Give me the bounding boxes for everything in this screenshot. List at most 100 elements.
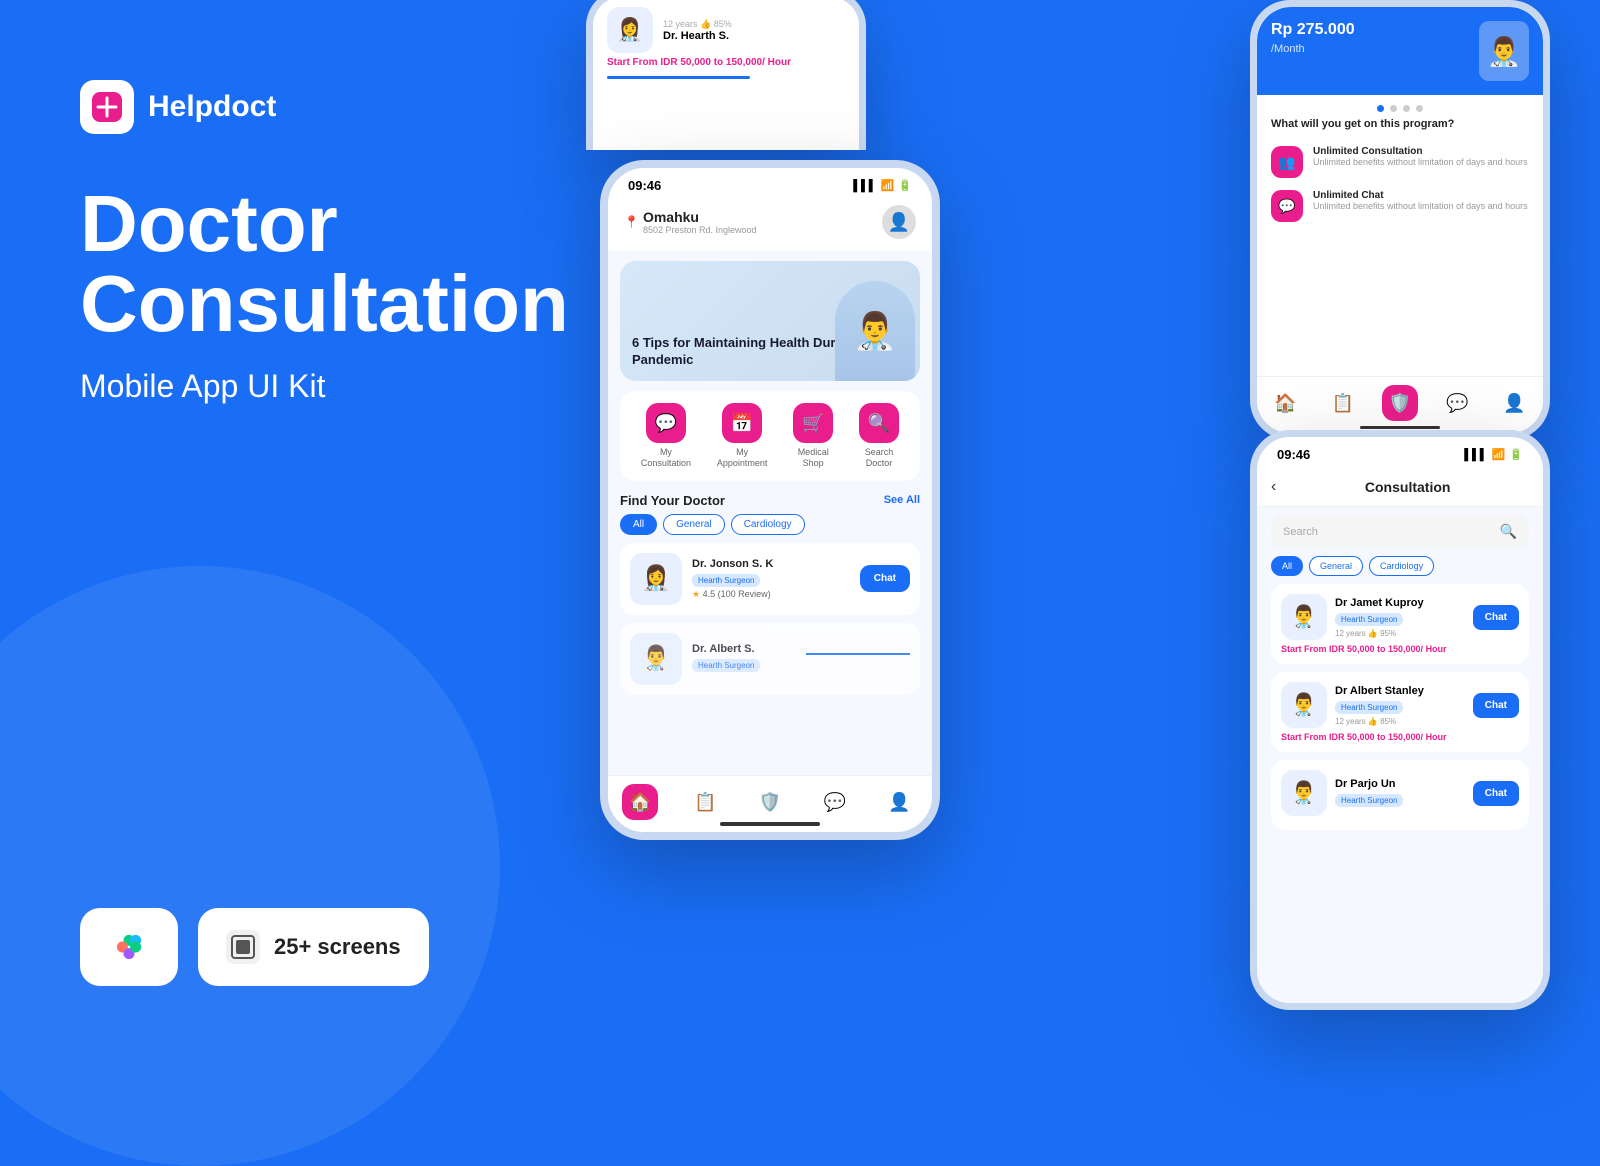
benefit-2-desc: Unlimited benefits without limitation of…: [1313, 201, 1528, 213]
search-label: SearchDoctor: [865, 447, 894, 469]
action-appointment[interactable]: 📅 MyAppointment: [717, 403, 768, 469]
nav-home[interactable]: 🏠: [622, 784, 658, 820]
consult-card-3: 👨‍⚕️ Dr Parjo Un Hearth Surgeon Chat: [1271, 760, 1529, 830]
subscription-card: Rp 275.000 /Month 👨‍⚕️: [1257, 7, 1543, 95]
doctor-1-rating: ★ 4.5 (100 Review): [692, 589, 850, 600]
action-search[interactable]: 🔍 SearchDoctor: [859, 403, 899, 469]
what-get-title: What will you get on this program?: [1257, 118, 1543, 140]
subscription-price-area: Rp 275.000 /Month: [1271, 21, 1355, 57]
filter-cardiology[interactable]: Cardiology: [731, 514, 805, 535]
appointment-label: MyAppointment: [717, 447, 768, 469]
app-header: 📍 Omahku 8502 Preston Rd. Inglewood 👤: [608, 199, 932, 251]
status-icons: ▌▌▌ 📶 🔋: [853, 179, 912, 192]
banner-doctor-image: 👨‍⚕️: [830, 271, 920, 381]
phone-consultation-list: 09:46 ▌▌▌ 📶 🔋 ‹ Consultation Search 🔍 Al…: [1250, 430, 1550, 1010]
nav-shield[interactable]: 🛡️: [752, 784, 788, 820]
sub-nav-home[interactable]: 🏠: [1268, 385, 1304, 421]
partial-doc-details: 12 years 👍 85% Dr. Hearth S.: [663, 19, 732, 42]
sub-nav-notes[interactable]: 📋: [1325, 385, 1361, 421]
phone-subscription: Rp 275.000 /Month 👨‍⚕️ What will you get…: [1250, 0, 1550, 440]
consult-status-icons: ▌▌▌ 📶 🔋: [1464, 448, 1523, 461]
sub-nav-profile[interactable]: 👤: [1496, 385, 1532, 421]
consult-doc-2-name: Dr Albert Stanley: [1335, 685, 1465, 697]
branding-section: Helpdoct Doctor Consultation Mobile App …: [80, 80, 569, 605]
consult-filter-cardiology[interactable]: Cardiology: [1369, 556, 1434, 576]
status-bar: 09:46 ▌▌▌ 📶 🔋: [608, 168, 932, 199]
consult-filter-pills: All General Cardiology: [1257, 556, 1543, 584]
subscription-price: Rp 275.000: [1271, 21, 1355, 39]
doctor-2-specialty: Hearth Surgeon: [692, 659, 760, 672]
consult-doc-3-name: Dr Parjo Un: [1335, 778, 1465, 790]
doc-separator: [806, 653, 910, 655]
partial-screen: 👩‍⚕️ 12 years 👍 85% Dr. Hearth S. Start …: [593, 0, 859, 150]
nav-chat[interactable]: 💬: [817, 784, 853, 820]
screens-badge: 25+ screens: [198, 908, 429, 986]
benefit-chat-text: Unlimited Chat Unlimited benefits withou…: [1313, 190, 1528, 213]
doctor-1-specialty: Hearth Surgeon: [692, 574, 760, 587]
battery-icon: 🔋: [898, 179, 912, 192]
partial-doc-label: 12 years 👍 85%: [663, 19, 732, 30]
benefit-consultation-icon: 👥: [1271, 146, 1303, 178]
nav-notes[interactable]: 📋: [687, 784, 723, 820]
consult-status-time: 09:46: [1277, 447, 1310, 462]
consultation-title: Consultation: [1286, 479, 1529, 495]
partial-price: Start From IDR 50,000 to 150,000/ Hour: [607, 57, 845, 68]
partial-content: 👩‍⚕️ 12 years 👍 85% Dr. Hearth S. Start …: [593, 0, 859, 89]
see-all-button[interactable]: See All: [884, 494, 920, 506]
back-button[interactable]: ‹: [1271, 478, 1276, 496]
consult-doc-1-name: Dr Jamet Kuproy: [1335, 597, 1465, 609]
partial-doc-name: Dr. Hearth S.: [663, 30, 732, 42]
doctor-1-avatar: 👩‍⚕️: [630, 553, 682, 605]
consult-doc-1-stats: 12 years 👍 95%: [1335, 629, 1465, 638]
doctor-1-info: Dr. Jonson S. K Hearth Surgeon ★ 4.5 (10…: [692, 558, 850, 600]
status-time: 09:46: [628, 178, 661, 193]
location-pin-icon: 📍: [624, 215, 639, 229]
subtitle: Mobile App UI Kit: [80, 368, 569, 405]
doctor-2-avatar: 👨‍⚕️: [630, 633, 682, 685]
consult-doc-3-specialty: Hearth Surgeon: [1335, 794, 1403, 807]
user-avatar: 👤: [882, 205, 916, 239]
screens-count: 25+ screens: [274, 934, 401, 960]
consultation-header: ‹ Consultation: [1257, 468, 1543, 507]
nav-profile[interactable]: 👤: [882, 784, 918, 820]
benefit-1-desc: Unlimited benefits without limitation of…: [1313, 157, 1528, 169]
phone-main: 09:46 ▌▌▌ 📶 🔋 📍 Omahku 8502 Preston Rd. …: [600, 160, 940, 840]
action-consultation[interactable]: 💬 MyConsultation: [641, 403, 691, 469]
filter-general[interactable]: General: [663, 514, 725, 535]
search-bar[interactable]: Search 🔍: [1271, 515, 1529, 548]
sub-nav-chat[interactable]: 💬: [1439, 385, 1475, 421]
logo-row: Helpdoct: [80, 80, 569, 134]
consultation-icon: 💬: [646, 403, 686, 443]
action-shop[interactable]: 🛒 MedicalShop: [793, 403, 833, 469]
sub-nav-active[interactable]: 🛡️: [1382, 385, 1418, 421]
benefit-chat-icon: 💬: [1271, 190, 1303, 222]
benefit-consultation: 👥 Unlimited Consultation Unlimited benef…: [1257, 140, 1543, 184]
consult-doc-1-specialty: Hearth Surgeon: [1335, 613, 1403, 626]
consult-doc-2-chat-button[interactable]: Chat: [1473, 693, 1519, 718]
doctor-figure: 👨‍⚕️: [835, 281, 915, 381]
consult-doc-3-chat-button[interactable]: Chat: [1473, 781, 1519, 806]
shop-icon: 🛒: [793, 403, 833, 443]
consult-doc-2-price: Start From IDR 50,000 to 150,000/ Hour: [1281, 732, 1519, 742]
find-doctor-header: Find Your Doctor See All: [608, 481, 932, 514]
subscription-doctor-image: 👨‍⚕️: [1479, 21, 1529, 81]
consult-doc-2-stats: 12 years 👍 85%: [1335, 717, 1465, 726]
consult-wifi-icon: 📶: [1492, 448, 1506, 461]
filter-all[interactable]: All: [620, 514, 657, 535]
bg-decoration: [0, 566, 500, 1166]
consult-battery-icon: 🔋: [1509, 448, 1523, 461]
consult-doc-1-chat-button[interactable]: Chat: [1473, 605, 1519, 630]
consult-signal-icon: ▌▌▌: [1464, 449, 1487, 461]
find-doctor-title: Find Your Doctor: [620, 493, 725, 508]
figma-badge[interactable]: [80, 908, 178, 986]
sub-home-indicator: [1360, 426, 1440, 429]
search-placeholder: Search: [1283, 526, 1492, 538]
location-row: 📍 Omahku 8502 Preston Rd. Inglewood: [624, 209, 757, 235]
doctor-1-chat-button[interactable]: Chat: [860, 565, 910, 592]
home-indicator: [720, 822, 820, 826]
hero-banner[interactable]: 6 Tips for Maintaining Health During a P…: [620, 261, 920, 381]
consult-filter-all[interactable]: All: [1271, 556, 1303, 576]
benefit-consultation-text: Unlimited Consultation Unlimited benefit…: [1313, 146, 1528, 169]
subscription-screen: Rp 275.000 /Month 👨‍⚕️ What will you get…: [1257, 7, 1543, 433]
consult-filter-general[interactable]: General: [1309, 556, 1363, 576]
